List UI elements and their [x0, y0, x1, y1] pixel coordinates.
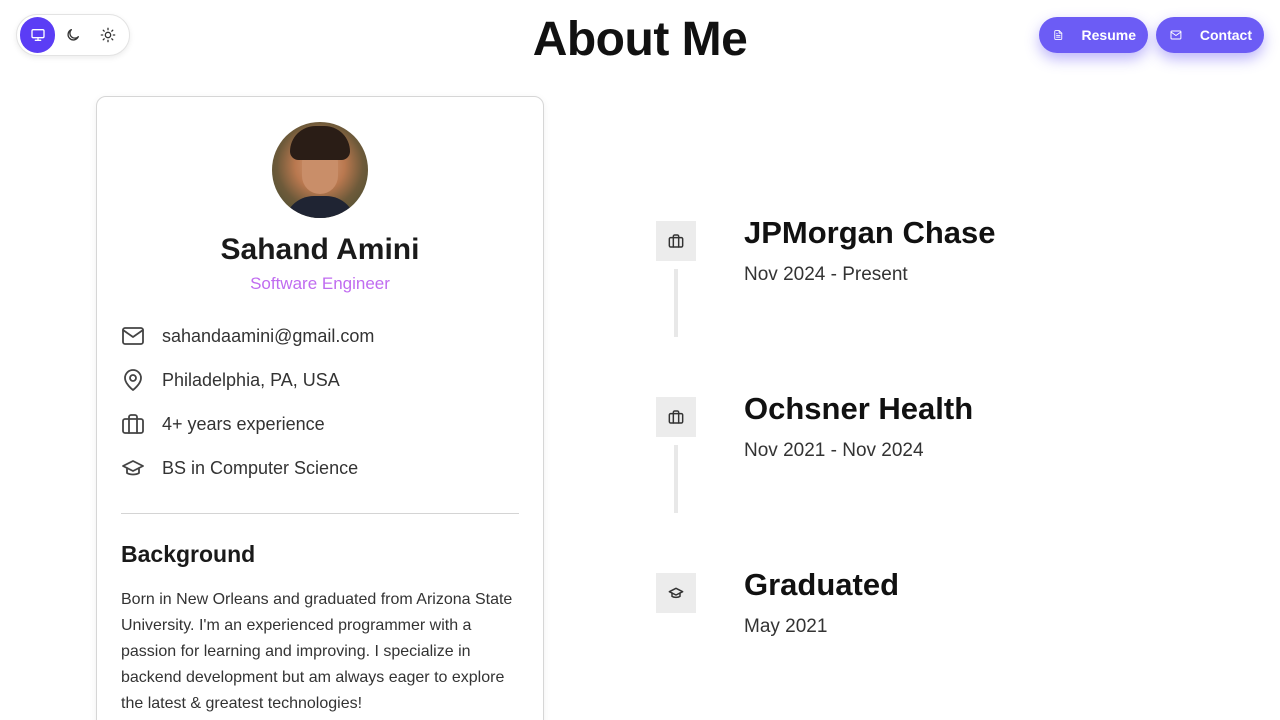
briefcase-icon [668, 234, 684, 248]
email-detail: sahandaamini@gmail.com [121, 324, 374, 348]
timeline-item-2-marker [656, 397, 696, 437]
background-heading: Background [121, 541, 256, 567]
experience-detail: 4+ years experience [121, 412, 325, 436]
mail-icon [122, 327, 144, 345]
contact-button[interactable]: Contact [1156, 17, 1264, 53]
timeline-item-1-date: Nov 2024 - Present [744, 264, 908, 285]
graduation-cap-icon [668, 587, 684, 599]
timeline-item-2-date: Nov 2021 - Nov 2024 [744, 440, 924, 461]
timeline-connector [674, 445, 678, 513]
timeline-item-1-title: JPMorgan Chase [744, 215, 996, 250]
profile-name: Sahand Amini [220, 233, 420, 266]
location-text: Philadelphia, PA, USA [162, 369, 340, 390]
mail-icon [1170, 30, 1182, 40]
about-page: About Me Resume Contact Sahand Amini Sof… [0, 0, 1280, 720]
document-icon [1054, 30, 1063, 40]
education-detail: BS in Computer Science [121, 456, 358, 480]
location-detail: Philadelphia, PA, USA [121, 368, 340, 392]
contact-button-label: Contact [1199, 27, 1252, 43]
background-text: Born in New Orleans and graduated from A… [121, 591, 513, 712]
timeline-item-3-marker [656, 573, 696, 613]
timeline-connector [674, 269, 678, 337]
education-text: BS in Computer Science [162, 457, 359, 478]
timeline-item-3-date: May 2021 [744, 616, 828, 637]
avatar [272, 122, 368, 218]
timeline-item-1-marker [656, 221, 696, 261]
graduation-cap-icon [122, 460, 144, 476]
profile-role: Software Engineer [250, 274, 390, 293]
timeline-item-2-title: Ochsner Health [744, 391, 974, 426]
briefcase-icon [668, 410, 684, 424]
profile-card: Sahand Amini Software Engineer sahandaam… [96, 96, 544, 720]
briefcase-icon [122, 414, 144, 434]
map-pin-icon [124, 369, 142, 391]
resume-button[interactable]: Resume [1039, 17, 1148, 53]
card-divider [121, 513, 519, 514]
email-text: sahandaamini@gmail.com [162, 325, 375, 346]
experience-text: 4+ years experience [162, 413, 325, 434]
resume-button-label: Resume [1081, 27, 1136, 43]
timeline-item-3-title: Graduated [744, 567, 900, 602]
